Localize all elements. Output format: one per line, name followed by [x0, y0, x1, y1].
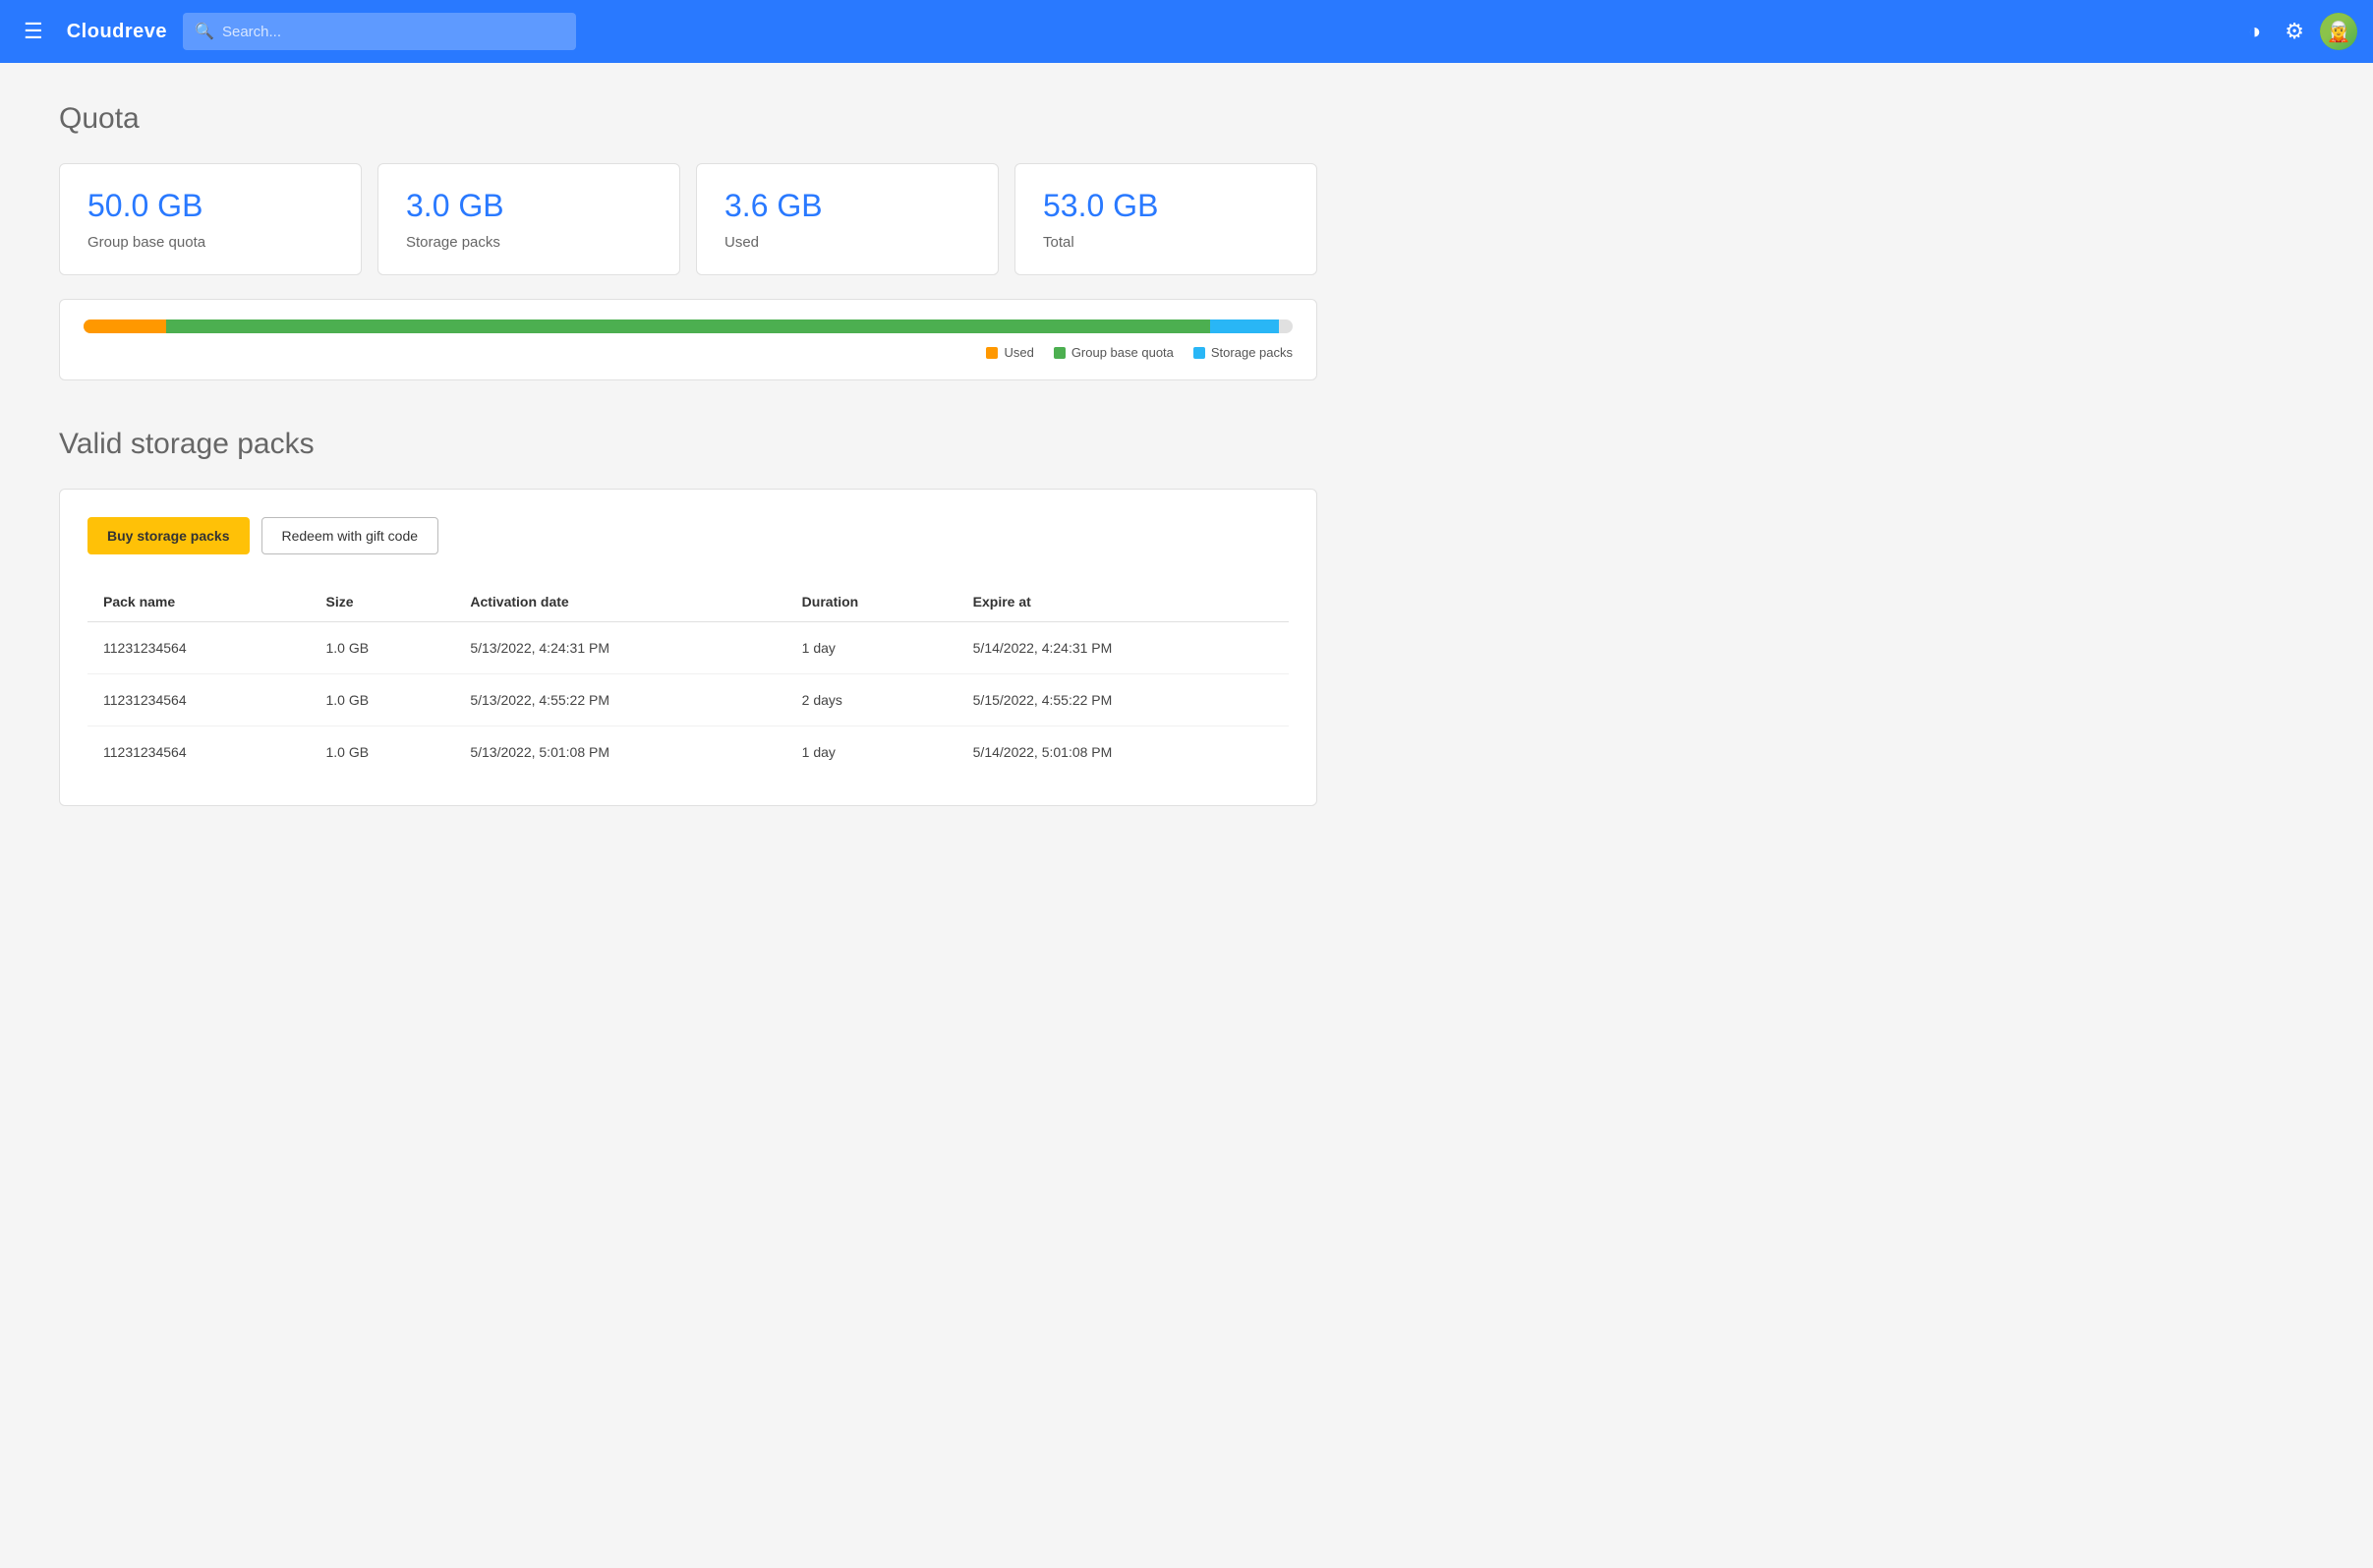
legend-used: Used: [986, 345, 1033, 360]
col-activation-date: Activation date: [454, 582, 785, 622]
cell-pack-name: 11231234564: [87, 622, 311, 674]
quota-used-label: Used: [724, 234, 970, 251]
legend-packs: Storage packs: [1193, 345, 1293, 360]
progress-bar-track: [84, 319, 1293, 333]
progress-legend: Used Group base quota Storage packs: [84, 345, 1293, 360]
cell-duration: 2 days: [786, 674, 957, 726]
legend-base-label: Group base quota: [1071, 345, 1174, 360]
settings-icon[interactable]: ⚙: [2277, 11, 2312, 52]
col-expire-at: Expire at: [957, 582, 1289, 622]
progress-bar-base: [166, 319, 1211, 333]
search-icon: 🔍: [195, 22, 214, 41]
search-input[interactable]: [222, 24, 564, 40]
theme-icon[interactable]: ◑: [2240, 11, 2269, 52]
col-size: Size: [311, 582, 455, 622]
redeem-gift-code-button[interactable]: Redeem with gift code: [261, 517, 439, 554]
header: ☰ Cloudreve 🔍 ◑ ⚙ 🧝: [0, 0, 2373, 63]
quota-packs-label: Storage packs: [406, 234, 652, 251]
cell-duration: 1 day: [786, 726, 957, 779]
quota-base-label: Group base quota: [87, 234, 333, 251]
header-actions: ◑ ⚙ 🧝: [2240, 11, 2357, 52]
packs-table: Pack name Size Activation date Duration …: [87, 582, 1289, 778]
cell-expire-at: 5/14/2022, 5:01:08 PM: [957, 726, 1289, 779]
cell-activation-date: 5/13/2022, 4:24:31 PM: [454, 622, 785, 674]
cell-size: 1.0 GB: [311, 674, 455, 726]
buy-storage-packs-button[interactable]: Buy storage packs: [87, 517, 250, 554]
quota-card-base: 50.0 GB Group base quota: [59, 163, 362, 275]
cell-expire-at: 5/15/2022, 4:55:22 PM: [957, 674, 1289, 726]
legend-base: Group base quota: [1054, 345, 1174, 360]
table-row: 11231234564 1.0 GB 5/13/2022, 5:01:08 PM…: [87, 726, 1289, 779]
quota-cards: 50.0 GB Group base quota 3.0 GB Storage …: [59, 163, 1317, 275]
avatar[interactable]: 🧝: [2320, 13, 2357, 50]
legend-dot-packs: [1193, 347, 1205, 359]
packs-section: Valid storage packs Buy storage packs Re…: [59, 428, 1317, 806]
quota-total-label: Total: [1043, 234, 1289, 251]
quota-used-value: 3.6 GB: [724, 188, 970, 224]
cell-pack-name: 11231234564: [87, 674, 311, 726]
quota-card-packs: 3.0 GB Storage packs: [377, 163, 680, 275]
table-row: 11231234564 1.0 GB 5/13/2022, 4:55:22 PM…: [87, 674, 1289, 726]
cell-pack-name: 11231234564: [87, 726, 311, 779]
menu-icon[interactable]: ☰: [16, 11, 51, 52]
quota-title: Quota: [59, 102, 1317, 136]
cell-activation-date: 5/13/2022, 4:55:22 PM: [454, 674, 785, 726]
packs-table-header: Pack name Size Activation date Duration …: [87, 582, 1289, 622]
logo: Cloudreve: [67, 21, 167, 43]
packs-card: Buy storage packs Redeem with gift code …: [59, 489, 1317, 806]
cell-activation-date: 5/13/2022, 5:01:08 PM: [454, 726, 785, 779]
cell-expire-at: 5/14/2022, 4:24:31 PM: [957, 622, 1289, 674]
progress-bar-packs: [1210, 319, 1279, 333]
legend-packs-label: Storage packs: [1211, 345, 1293, 360]
quota-packs-value: 3.0 GB: [406, 188, 652, 224]
quota-card-total: 53.0 GB Total: [1014, 163, 1317, 275]
table-row: 11231234564 1.0 GB 5/13/2022, 4:24:31 PM…: [87, 622, 1289, 674]
legend-used-label: Used: [1004, 345, 1033, 360]
legend-dot-used: [986, 347, 998, 359]
progress-container: Used Group base quota Storage packs: [59, 299, 1317, 380]
search-bar[interactable]: 🔍: [183, 13, 576, 50]
col-pack-name: Pack name: [87, 582, 311, 622]
cell-size: 1.0 GB: [311, 726, 455, 779]
col-duration: Duration: [786, 582, 957, 622]
quota-total-value: 53.0 GB: [1043, 188, 1289, 224]
legend-dot-base: [1054, 347, 1066, 359]
cell-size: 1.0 GB: [311, 622, 455, 674]
packs-table-body: 11231234564 1.0 GB 5/13/2022, 4:24:31 PM…: [87, 622, 1289, 779]
main-content: Quota 50.0 GB Group base quota 3.0 GB St…: [0, 63, 1376, 845]
packs-actions: Buy storage packs Redeem with gift code: [87, 517, 1289, 554]
avatar-image: 🧝: [2320, 13, 2357, 50]
quota-base-value: 50.0 GB: [87, 188, 333, 224]
progress-bar-used: [84, 319, 166, 333]
packs-title: Valid storage packs: [59, 428, 1317, 461]
quota-card-used: 3.6 GB Used: [696, 163, 999, 275]
cell-duration: 1 day: [786, 622, 957, 674]
